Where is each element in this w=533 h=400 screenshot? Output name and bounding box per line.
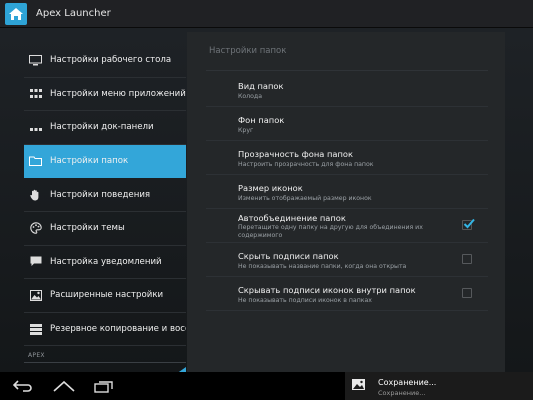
panel-title: Настройки папок (209, 46, 287, 56)
sidebar-item-label: Настройки меню приложений (50, 88, 186, 99)
sidebar-item-theme[interactable]: Настройки темы (24, 212, 186, 246)
sidebar-item-label: Резервное копирование и восс (50, 324, 186, 335)
sidebar-item-label: Настройки поведения (50, 189, 151, 200)
image-icon (352, 379, 365, 390)
panel-divider (206, 70, 488, 71)
pref-summary: Не показывать название папки, когда она … (238, 263, 407, 270)
pref-summary: Изменить отображаемый размер иконок (238, 195, 372, 202)
section-divider (24, 362, 186, 364)
notification-subtitle: Сохранение... (378, 389, 426, 397)
sidebar-item-label: Настройки рабочего стола (50, 55, 172, 66)
notification-title: Сохранение... (378, 378, 437, 387)
folder-settings-panel: Настройки папок Вид папок Колода Фон пап… (187, 32, 505, 372)
app-title: Apex Launcher (36, 8, 111, 19)
sidebar-item-label: Настройки темы (50, 223, 125, 234)
pref-summary: Не показывать подписи иконок в папках (238, 297, 372, 304)
pref-background-transparency[interactable]: Прозрачность фона папок Настроить прозра… (206, 141, 488, 175)
sidebar-item-desktop[interactable]: Настройки рабочего стола (24, 44, 186, 78)
sidebar-item-label: Настройки док-панели (50, 122, 154, 133)
pref-title: Скрывать подписи иконок внутри папок (238, 285, 416, 295)
sidebar-item-app-drawer[interactable]: Настройки меню приложений (24, 78, 186, 112)
pref-title: Скрыть подписи папок (238, 251, 339, 261)
settings-sidebar: Настройки рабочего стола Настройки меню … (24, 44, 186, 374)
pref-title: Фон папок (238, 115, 285, 125)
sidebar-item-behavior[interactable]: Настройки поведения (24, 178, 186, 212)
notification-icon (29, 256, 42, 268)
home-icon[interactable] (52, 378, 76, 394)
pref-folder-background[interactable]: Фон папок Круг (206, 107, 488, 141)
pref-summary: Колода (238, 93, 262, 100)
notification-saving[interactable]: Сохранение... Сохранение... (345, 372, 533, 400)
palette-icon (29, 222, 42, 235)
hide-icon-labels-checkbox[interactable] (462, 288, 472, 298)
sidebar-item-notifications[interactable]: Настройка уведомлений (24, 246, 186, 280)
pref-summary: Перетащите одну папку на другую для объе… (238, 224, 423, 239)
sidebar-item-label: Настройка уведомлений (50, 256, 162, 267)
sidebar-item-label: Расширенные настройки (50, 290, 164, 301)
section-label-apex: APEX (28, 352, 45, 360)
monitor-icon (29, 54, 42, 66)
pref-icon-size[interactable]: Размер иконок Изменить отображаемый разм… (206, 175, 488, 209)
checkmark-icon (463, 218, 475, 229)
hide-folder-labels-checkbox[interactable] (462, 254, 472, 264)
pref-summary: Настроить прозрачность для фона папок (238, 161, 374, 168)
home-logo-icon[interactable] (5, 2, 27, 25)
settings-screen: Настройки рабочего стола Настройки меню … (0, 28, 533, 374)
pref-title: Размер иконок (238, 183, 303, 193)
back-icon[interactable] (12, 378, 36, 394)
pref-hide-icon-labels-in-folders[interactable]: Скрывать подписи иконок внутри папок Не … (206, 277, 488, 311)
dock-icon (29, 121, 42, 133)
pref-title: Вид папок (238, 81, 284, 91)
hand-icon (29, 189, 42, 201)
system-navigation-bar: Сохранение... Сохранение... (0, 372, 533, 400)
recent-apps-icon[interactable] (92, 378, 116, 394)
sidebar-item-advanced[interactable]: Расширенные настройки (24, 279, 186, 313)
backup-icon (29, 323, 42, 335)
folder-icon (29, 155, 42, 167)
sidebar-item-folders[interactable]: Настройки папок (24, 144, 186, 179)
advanced-icon (29, 289, 42, 301)
pref-folder-style[interactable]: Вид папок Колода (206, 73, 488, 107)
pref-hide-folder-labels[interactable]: Скрыть подписи папок Не показывать назва… (206, 243, 488, 277)
sidebar-item-dock[interactable]: Настройки док-панели (24, 111, 186, 145)
action-bar: Apex Launcher (0, 0, 533, 28)
pref-title: Прозрачность фона папок (238, 149, 354, 159)
sidebar-item-backup[interactable]: Резервное копирование и восс (24, 313, 186, 347)
sidebar-item-label: Настройки папок (50, 156, 129, 167)
grid-icon (29, 88, 42, 100)
pref-auto-merge-folders[interactable]: Автообъединение папок Перетащите одну па… (206, 209, 488, 243)
auto-merge-checkbox[interactable] (462, 218, 475, 230)
preferences-list: Вид папок Колода Фон папок Круг Прозрачн… (206, 73, 488, 311)
pref-title: Автообъединение папок (238, 213, 346, 223)
pref-summary: Круг (238, 127, 254, 134)
